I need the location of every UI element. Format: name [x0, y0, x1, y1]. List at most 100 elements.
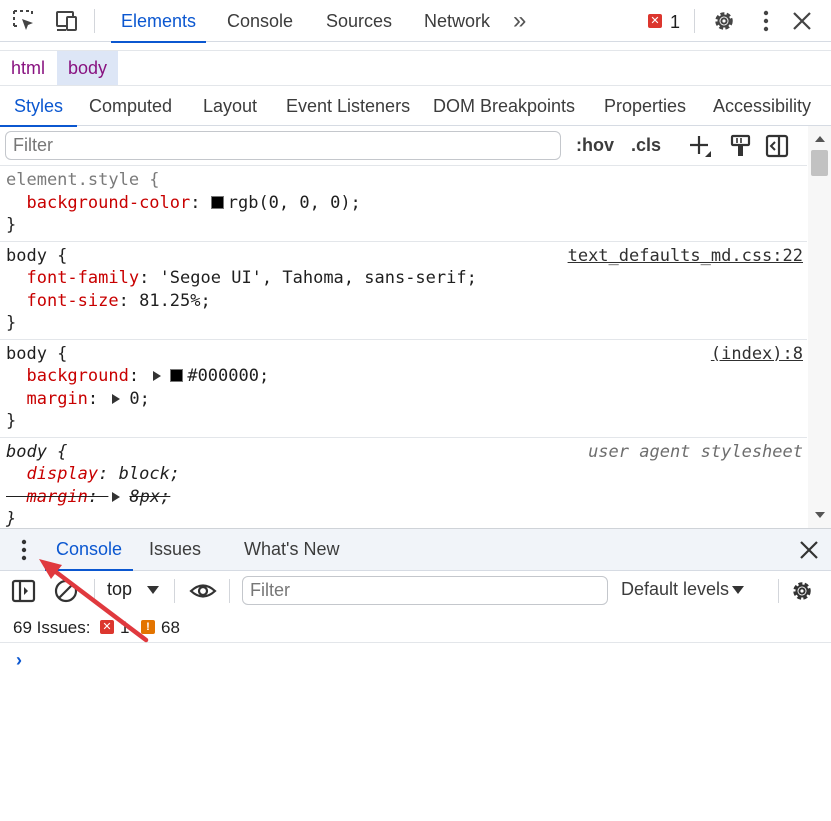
more-tabs-chevron-icon[interactable]: » [503, 0, 533, 42]
log-levels-label: Default levels [621, 579, 730, 599]
styles-toolbar: :hov .cls [0, 126, 807, 166]
scroll-down-arrow-icon[interactable] [815, 512, 825, 518]
dropdown-arrow-icon [732, 586, 744, 594]
property-name[interactable]: font-family [26, 268, 139, 288]
paint-brush-icon[interactable] [730, 134, 752, 163]
toolbar-divider [778, 579, 779, 603]
close-icon[interactable] [789, 8, 815, 34]
scroll-up-arrow-icon[interactable] [815, 136, 825, 142]
inspect-element-icon[interactable] [11, 8, 37, 34]
console-drawer: Console Issues What's New top Filter Def… [0, 528, 831, 821]
rule-closing-brace: } [6, 313, 17, 333]
tab-layout[interactable]: Layout [203, 86, 257, 126]
tab-network[interactable]: Network [414, 0, 500, 42]
console-settings-gear-icon[interactable] [789, 578, 815, 609]
rule-source-link[interactable]: text_defaults_md.css:22 [568, 245, 803, 268]
tab-event-listeners[interactable]: Event Listeners [286, 86, 410, 126]
show-sidebar-icon[interactable] [11, 579, 37, 608]
dropdown-arrow-icon [147, 586, 159, 594]
error-badge-icon: ✕ [100, 620, 114, 634]
clear-console-icon[interactable] [53, 578, 79, 609]
property-value[interactable]: #000000; [187, 366, 269, 386]
rule-closing-brace: } [6, 509, 17, 528]
error-badge-icon: ✕ [648, 14, 662, 28]
tab-accessibility[interactable]: Accessibility [713, 86, 811, 126]
rule-selector[interactable]: element.style { [6, 170, 160, 190]
property-value: block; [118, 464, 181, 484]
rule-selector[interactable]: body { [6, 344, 67, 364]
console-toolbar: top Default levels [0, 571, 831, 611]
property-value[interactable]: 81.25%; [139, 291, 211, 311]
drawer-menu-icon[interactable] [13, 538, 35, 567]
issues-label: 69 Issues: [13, 618, 91, 637]
issues-summary[interactable]: 69 Issues: ✕ 1 ! 68 [0, 611, 831, 643]
tab-styles[interactable]: Styles [0, 86, 78, 127]
property-value[interactable]: 0; [129, 389, 149, 409]
issue-error-count: 1 [120, 618, 130, 637]
drawer-tab-issues[interactable]: Issues [149, 529, 201, 570]
rule-source-link[interactable]: (index):8 [711, 343, 803, 366]
rule-selector[interactable]: body { [6, 246, 67, 266]
kebab-menu-icon[interactable] [753, 8, 779, 34]
drawer-tab-whats-new[interactable]: What's New [244, 529, 339, 570]
error-count: 1 [670, 12, 681, 32]
property-name[interactable]: margin [26, 389, 87, 409]
log-levels-dropdown[interactable]: Default levels [621, 579, 744, 600]
cls-button[interactable]: .cls [631, 135, 661, 156]
close-drawer-icon[interactable] [797, 538, 821, 567]
property-value[interactable]: 'Segoe UI', Tahoma, sans-serif; [160, 268, 477, 288]
styles-scrollbar[interactable] [808, 126, 831, 528]
style-rule: body { user agent stylesheet display: bl… [0, 438, 807, 529]
scrollbar-thumb[interactable] [811, 150, 828, 176]
toolbar-divider [174, 579, 175, 603]
styles-pane: element.style { background-color: rgb(0,… [0, 166, 807, 528]
rule-selector: body { [6, 441, 68, 462]
color-swatch[interactable] [170, 369, 184, 382]
drawer-tabs: Console Issues What's New [0, 529, 831, 571]
hov-button[interactable]: :hov [576, 135, 614, 156]
expand-triangle-icon[interactable] [112, 393, 121, 404]
issue-warning-count: 68 [161, 618, 180, 637]
toolbar-divider [94, 579, 95, 603]
style-rule: body { (index):8 background: #000000; ma… [0, 340, 807, 438]
devtools-main-toolbar: Elements Console Sources Network » ✕ 1 [0, 0, 831, 43]
rule-closing-brace: } [6, 215, 17, 235]
property-value[interactable]: rgb(0, 0, 0); [228, 193, 361, 213]
toolbar-divider [94, 9, 95, 33]
console-prompt-chevron-icon[interactable]: › [16, 650, 22, 671]
property-name-overridden: margin [26, 486, 88, 507]
breadcrumb-html[interactable]: html [0, 51, 56, 85]
styles-filter-input[interactable] [5, 131, 561, 160]
console-filter-input[interactable] [242, 576, 608, 605]
new-style-rule-icon[interactable] [688, 134, 712, 163]
toolbar-divider [694, 9, 695, 33]
style-rule: element.style { background-color: rgb(0,… [0, 166, 807, 242]
tab-properties[interactable]: Properties [604, 86, 686, 126]
color-swatch[interactable] [210, 195, 224, 209]
tab-console[interactable]: Console [217, 0, 303, 42]
context-selector-label: top [107, 579, 133, 599]
rule-closing-brace: } [6, 411, 17, 431]
expand-triangle-icon[interactable] [153, 371, 162, 381]
live-expression-eye-icon[interactable] [189, 579, 217, 608]
property-name[interactable]: background [26, 366, 128, 386]
gear-icon[interactable] [711, 8, 737, 34]
context-selector[interactable]: top [107, 579, 159, 600]
breadcrumb-body[interactable]: body [57, 51, 119, 85]
elements-sidebar-tabs: Styles Computed Layout Event Listeners D… [0, 85, 831, 127]
rule-source-label: user agent stylesheet [588, 441, 803, 462]
expand-triangle-icon[interactable] [112, 491, 121, 502]
property-name[interactable]: background-color [26, 193, 190, 213]
warning-badge-icon: ! [141, 620, 155, 634]
style-rule: body { text_defaults_md.css:22 font-fami… [0, 242, 807, 340]
tab-computed[interactable]: Computed [89, 86, 172, 126]
breadcrumb: html body [0, 50, 831, 85]
tab-elements[interactable]: Elements [111, 0, 207, 43]
tab-dom-breakpoints[interactable]: DOM Breakpoints [433, 86, 575, 126]
property-name[interactable]: font-size [26, 291, 118, 311]
tab-sources[interactable]: Sources [316, 0, 402, 42]
property-name: display [26, 464, 99, 484]
device-toolbar-icon[interactable] [53, 8, 79, 34]
drawer-tab-console[interactable]: Console [44, 529, 134, 571]
toggle-sidebar-icon[interactable] [765, 134, 789, 163]
